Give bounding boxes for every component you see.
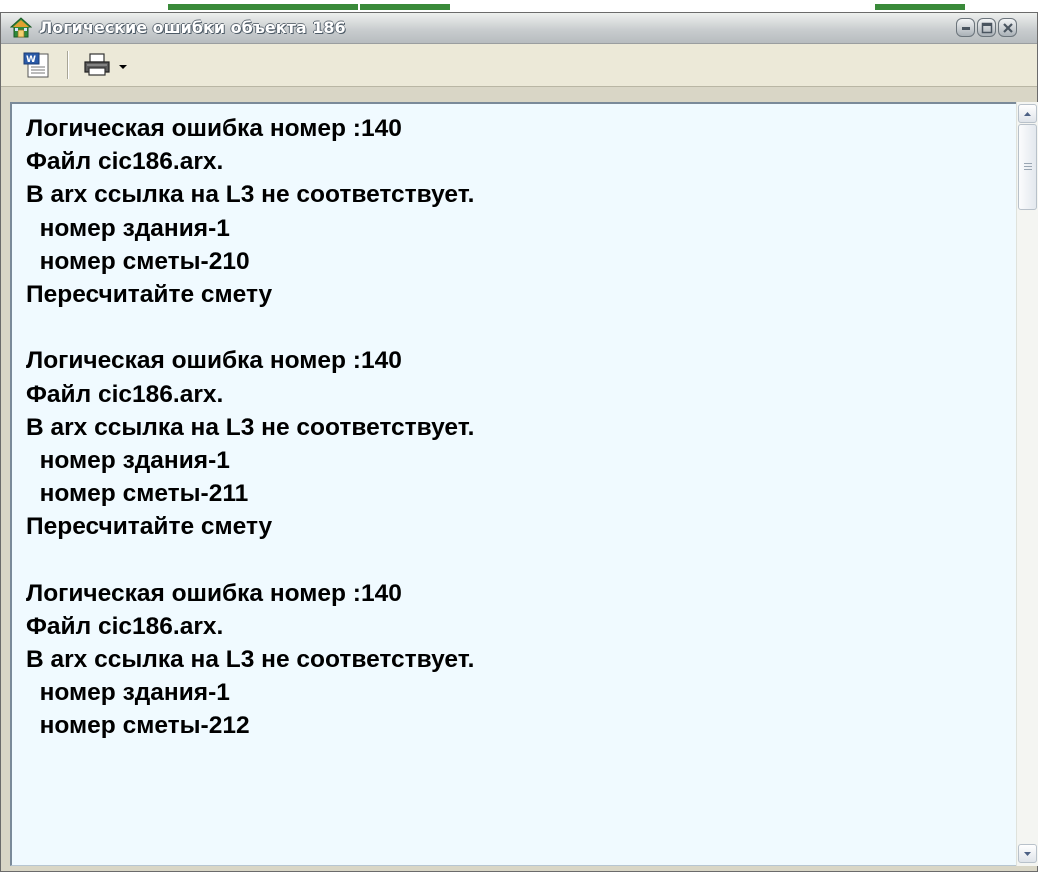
scroll-up-button[interactable] (1018, 104, 1037, 123)
report-line: Логическая ошибка номер :140 (26, 115, 402, 142)
scroll-grip (1024, 169, 1032, 170)
chevron-up-icon (1024, 112, 1031, 116)
report-line: номер здания-1 (26, 446, 230, 474)
report-line: Пересчитайте смету (26, 513, 273, 541)
background-highlight (875, 4, 965, 10)
report-text-area[interactable]: Логическая ошибка номер :140 Файл cic186.… (10, 102, 1016, 866)
toolbar-separator (67, 51, 68, 79)
vertical-scrollbar[interactable] (1016, 102, 1038, 866)
chevron-down-icon (1024, 852, 1031, 856)
report-line: Файл cic186.arx. (26, 612, 224, 640)
background-document-strip (0, 0, 1038, 12)
report-line: номер сметы-212 (26, 712, 250, 740)
title-bar[interactable]: Логические ошибки объекта 186 (1, 13, 1037, 44)
report-line: Файл cic186.arx. (26, 380, 224, 408)
report-line: Логическая ошибка номер :140 (26, 579, 402, 607)
word-document-icon[interactable]: W (21, 50, 53, 80)
toolbar: W (1, 44, 1037, 87)
report-line: номер сметы-210 (26, 247, 250, 275)
maximize-button[interactable] (977, 18, 996, 37)
minimize-icon (962, 27, 970, 30)
close-button[interactable] (998, 18, 1017, 37)
scroll-down-button[interactable] (1018, 844, 1037, 863)
close-icon (1003, 23, 1013, 33)
report-line: номер здания-1 (26, 679, 230, 707)
scroll-grip (1024, 163, 1032, 164)
background-highlight (168, 4, 358, 10)
report-line: В arx ссылка на L3 не соответствует. (26, 181, 475, 209)
scroll-grip (1024, 166, 1032, 167)
maximize-icon (981, 22, 993, 34)
svg-text:W: W (26, 55, 36, 65)
report-line: Пересчитайте смету (26, 280, 273, 308)
report-line: В arx ссылка на L3 не соответствует. (26, 646, 475, 673)
report-lines: Логическая ошибка номер :140 Файл cic186.… (26, 112, 474, 743)
chevron-down-icon[interactable] (117, 50, 129, 80)
report-line: номер сметы-211 (26, 480, 249, 508)
printer-icon[interactable] (81, 50, 115, 80)
window-title: Логические ошибки объекта 186 (39, 18, 346, 37)
scroll-thumb[interactable] (1018, 124, 1037, 210)
minimize-button[interactable] (956, 18, 975, 37)
background-highlight (360, 4, 450, 10)
app-house-icon (10, 17, 32, 38)
report-line: Логическая ошибка номер :140 (26, 347, 402, 375)
report-line: В arx ссылка на L3 не соответствует. (26, 413, 475, 441)
report-line: Файл cic186.arx. (26, 148, 224, 176)
report-line: номер здания-1 (26, 214, 230, 242)
